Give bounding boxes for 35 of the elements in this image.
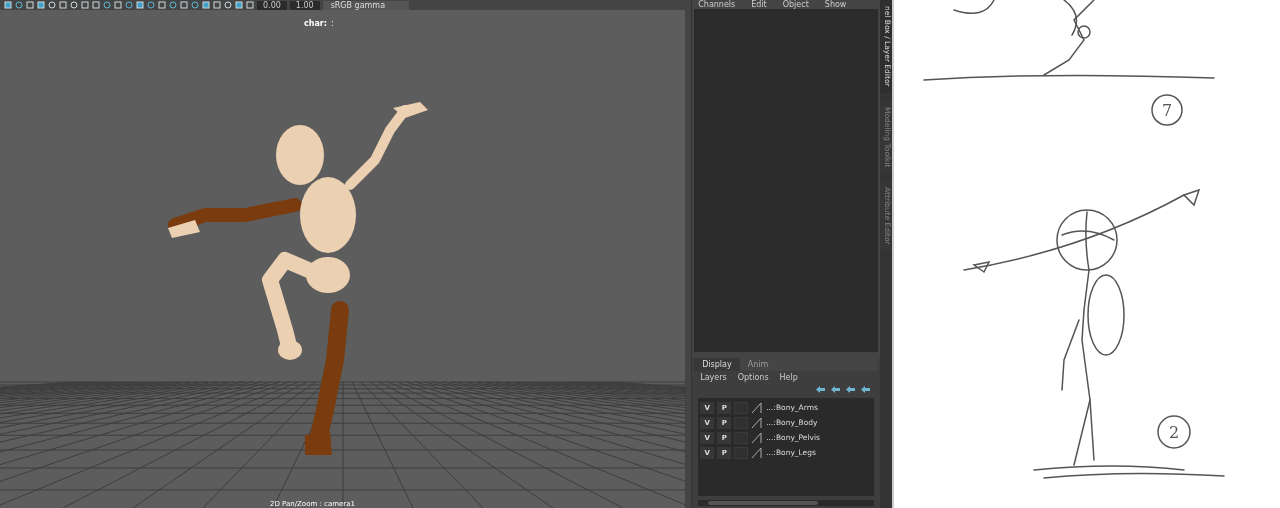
slash-icon [751,446,764,459]
cube-icon[interactable] [114,1,122,9]
sphere-icon[interactable] [103,1,111,9]
cube-icon[interactable] [4,1,12,9]
color-space-dropdown[interactable]: sRGB gamma [322,0,409,10]
menu-item[interactable]: Layers [700,373,727,382]
cube-icon[interactable] [158,1,166,9]
sphere-icon[interactable] [70,1,78,9]
cube-icon[interactable] [59,1,67,9]
cube-icon[interactable] [136,1,144,9]
menu-item[interactable]: Edit [751,0,767,9]
hud-label: char: [304,19,327,28]
slash-icon [751,431,764,444]
sphere-icon[interactable] [48,1,56,9]
sketch-number: 7 [1161,101,1173,120]
menu-item[interactable]: Show [824,0,847,9]
slash-icon [751,416,764,429]
number-field[interactable]: 1.00 [289,0,320,10]
horizontal-scrollbar[interactable] [698,500,874,506]
hud-separator: : [331,19,334,28]
sphere-icon[interactable] [224,1,232,9]
sphere-icon[interactable] [169,1,177,9]
menu-item[interactable]: Object [782,0,809,9]
menu-item[interactable]: Options [737,373,769,382]
sketch-number: 2 [1168,423,1180,442]
slash-icon [751,401,764,414]
cube-icon[interactable] [180,1,188,9]
menu-item[interactable]: Help [779,373,798,382]
menu-item[interactable]: Channels [698,0,736,9]
sphere-icon[interactable] [191,1,199,9]
sphere-icon[interactable] [15,1,23,9]
sphere-icon[interactable] [125,1,133,9]
number-field[interactable]: 0.00 [257,0,287,10]
sphere-icon[interactable] [147,1,155,9]
editor-tab[interactable]: Display [694,358,740,371]
